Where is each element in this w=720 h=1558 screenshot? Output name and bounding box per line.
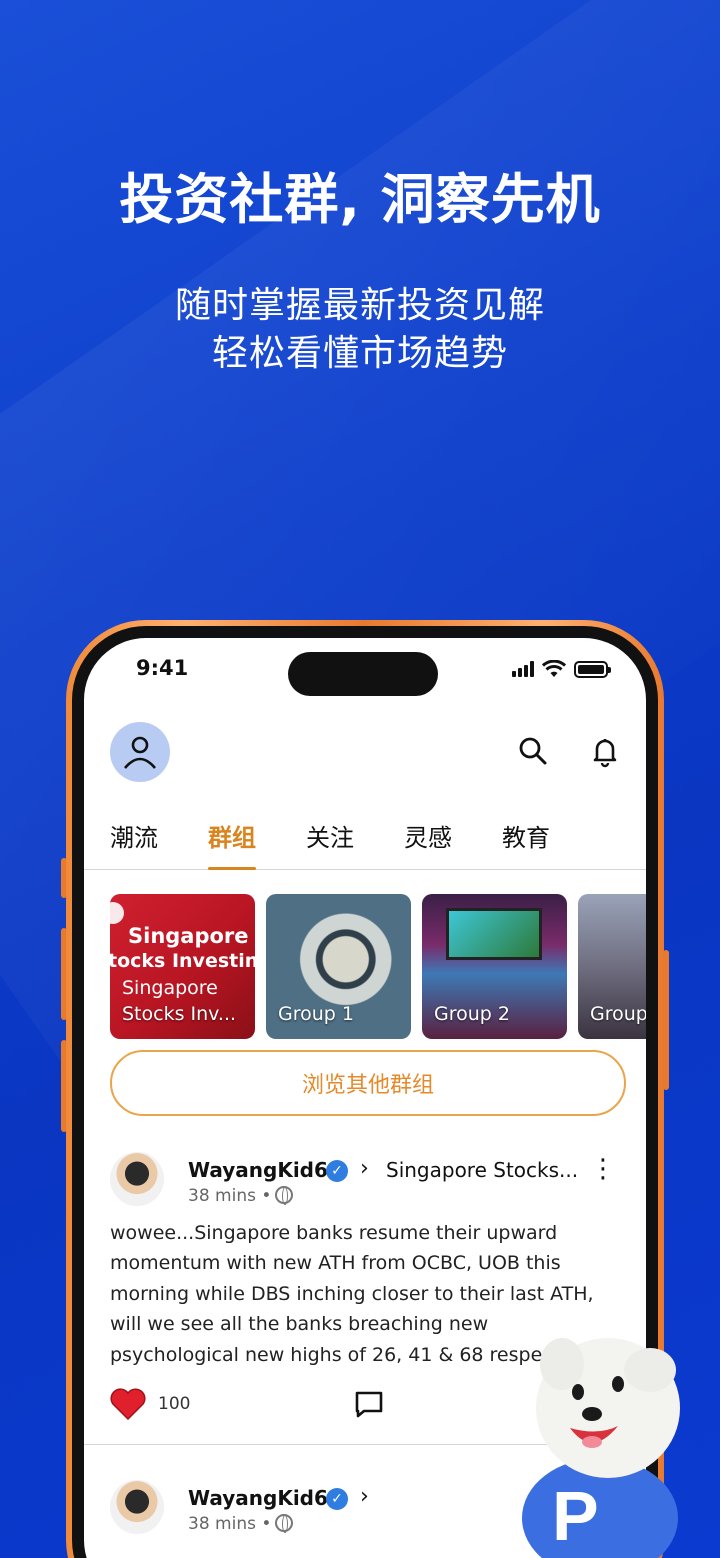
group-label-line-2: Stocks Inv... <box>122 1003 237 1025</box>
globe-icon <box>275 1186 294 1205</box>
group-banner-line-1: Singapore <box>128 924 249 948</box>
post-avatar[interactable] <box>110 1480 164 1534</box>
promo-subline-1: 随时掌握最新投资见解 <box>174 285 545 326</box>
post-meta: 38 mins • <box>188 1514 294 1534</box>
group-label: Group <box>590 1003 646 1025</box>
verified-icon: ✓ <box>326 1160 348 1182</box>
group-label: Group 1 <box>278 1003 354 1025</box>
post-time: 38 mins <box>188 1514 256 1534</box>
browse-groups-button[interactable]: 浏览其他群组 <box>110 1050 626 1116</box>
post-avatar[interactable] <box>110 1152 164 1206</box>
globe-icon <box>275 1514 294 1533</box>
tab-inspiration[interactable]: 灵感 <box>404 818 452 853</box>
comment-icon[interactable] <box>354 1390 384 1418</box>
group-logo-icon <box>110 902 124 924</box>
user-icon <box>124 736 156 769</box>
profile-avatar[interactable] <box>110 722 170 782</box>
svg-text:P: P <box>552 1477 599 1555</box>
post-time: 38 mins <box>188 1186 256 1206</box>
bell-icon[interactable] <box>588 734 622 768</box>
more-options-icon[interactable]: ⋮ <box>590 1156 616 1182</box>
like-count: 100 <box>158 1394 191 1414</box>
group-card-singapore-stocks[interactable]: Singapore tocks Investin Singapore Stock… <box>110 894 255 1039</box>
status-icons <box>512 660 611 678</box>
active-tab-indicator <box>208 867 256 870</box>
group-card-1[interactable]: Group 1 <box>266 894 411 1039</box>
wifi-icon <box>542 660 566 677</box>
post-group-name[interactable]: Singapore Stocks... <box>386 1158 578 1182</box>
post-username[interactable]: WayangKid66 <box>188 1158 342 1182</box>
chevron-right-icon: › <box>360 1484 369 1509</box>
post-meta: 38 mins • <box>188 1186 294 1206</box>
group-card-2[interactable]: Group 2 <box>422 894 567 1039</box>
promo-headline: 投资社群, 洞察先机 <box>119 168 601 231</box>
promo-subline-2: 轻松看懂市场趋势 <box>211 333 508 374</box>
group-carousel: Singapore tocks Investin Singapore Stock… <box>110 894 646 1040</box>
group-banner-line-2: tocks Investin <box>110 950 255 972</box>
tab-following[interactable]: 关注 <box>306 818 354 853</box>
cellular-signal-icon <box>512 661 534 677</box>
group-label-line-1: Singapore <box>122 977 218 999</box>
heart-icon[interactable] <box>110 1388 146 1420</box>
group-label: Group 2 <box>434 1003 510 1025</box>
search-icon[interactable] <box>516 734 550 768</box>
group-card-3[interactable]: Group <box>578 894 646 1039</box>
mascot-dog-illustration: P <box>522 1338 680 1558</box>
tab-bar: 潮流 群组 关注 灵感 教育 <box>84 806 646 870</box>
post-username[interactable]: WayangKid66 <box>188 1486 342 1510</box>
group-image <box>446 908 542 960</box>
tab-trending[interactable]: 潮流 <box>110 818 158 853</box>
verified-icon: ✓ <box>326 1488 348 1510</box>
battery-icon <box>574 660 611 678</box>
tab-education[interactable]: 教育 <box>502 818 550 853</box>
status-time: 9:41 <box>136 656 189 680</box>
dynamic-island <box>288 652 438 696</box>
chevron-right-icon: › <box>360 1156 369 1181</box>
tab-groups[interactable]: 群组 <box>208 818 256 853</box>
